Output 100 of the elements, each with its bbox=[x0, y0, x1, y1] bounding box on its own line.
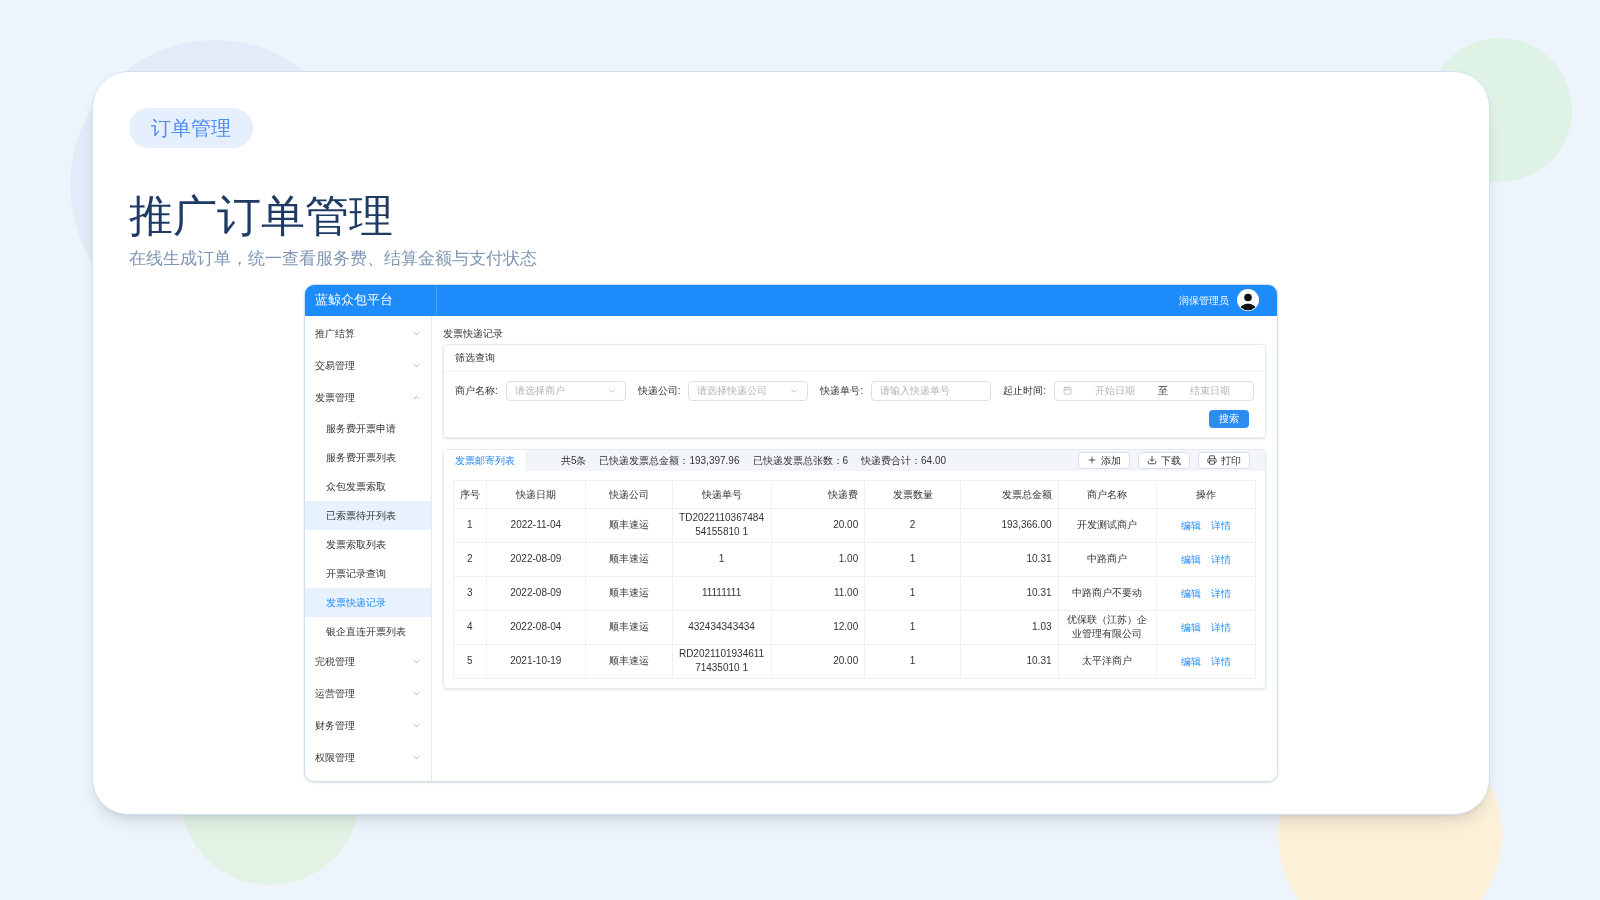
page-heading: 推广订单管理 bbox=[129, 190, 394, 242]
table-cell: 1.03 bbox=[960, 610, 1059, 644]
sidebar-menu-item[interactable]: 运营管理 bbox=[305, 677, 431, 710]
table-cell: 1 bbox=[453, 508, 487, 542]
summary-text: 已快递发票总张数：6 bbox=[752, 453, 849, 468]
sidebar-menu-item[interactable]: 权限管理 bbox=[305, 741, 431, 774]
table-cell: 2022-08-09 bbox=[486, 576, 586, 610]
action-link[interactable]: 编辑 bbox=[1181, 619, 1202, 635]
table-cell: 12.00 bbox=[771, 610, 865, 644]
table-cell: 2022-11-04 bbox=[486, 508, 586, 542]
table-cell: 1 bbox=[672, 542, 771, 576]
field-label: 商户名称: bbox=[454, 384, 498, 398]
panel-title: 筛选查询 bbox=[443, 344, 1265, 372]
sidebar-menu-item[interactable]: 交易管理 bbox=[305, 349, 431, 382]
column-header: 发票总金额 bbox=[960, 480, 1059, 508]
action-link[interactable]: 编辑 bbox=[1181, 653, 1202, 669]
summary-text: 已快递发票总金额：193,397.96 bbox=[599, 453, 740, 468]
table-cell: 20.00 bbox=[771, 508, 865, 542]
sidebar-menu-item[interactable]: 推广结算 bbox=[305, 317, 431, 350]
action-link[interactable]: 编辑 bbox=[1181, 585, 1202, 601]
action-link[interactable]: 编辑 bbox=[1181, 517, 1202, 533]
sidebar-submenu-item[interactable]: 众包发票索取 bbox=[305, 471, 431, 501]
section-title: 发票快递记录 bbox=[442, 326, 504, 341]
column-header: 发票数量 bbox=[864, 480, 961, 508]
table-cell: 2022-08-04 bbox=[486, 610, 586, 644]
sidebar-submenu-item[interactable]: 开票记录查询 bbox=[305, 558, 431, 588]
column-header: 商户名称 bbox=[1058, 480, 1157, 508]
subtitle: 在线生成订单，统一查看服务费、结算金额与支付状态 bbox=[129, 248, 538, 270]
input-field[interactable]: 请输入快递单号 bbox=[871, 380, 992, 401]
table-cell: 11111111 bbox=[672, 576, 771, 610]
column-header: 操作 bbox=[1156, 480, 1256, 508]
sidebar-submenu-item[interactable]: 服务费开票列表 bbox=[305, 442, 431, 472]
field-label: 快递单号: bbox=[820, 384, 864, 398]
column-header: 快递公司 bbox=[585, 480, 673, 508]
table-cell: 顺丰速运 bbox=[585, 508, 673, 542]
table-cell: 顺丰速运 bbox=[585, 644, 673, 678]
chevron-down-icon bbox=[411, 361, 421, 370]
category-badge: 订单管理 bbox=[129, 108, 253, 148]
field-label: 起止时间: bbox=[1003, 384, 1046, 398]
plus-icon bbox=[1087, 455, 1097, 465]
sidebar-submenu-item[interactable]: 已索票待开列表 bbox=[305, 500, 431, 530]
table-cell: 顺丰速运 bbox=[585, 542, 673, 576]
table-cell: 太平洋商户 bbox=[1058, 644, 1157, 678]
sidebar-submenu-item[interactable]: 银企直连开票列表 bbox=[305, 616, 431, 646]
table-cell: 4 bbox=[453, 610, 487, 644]
sidebar-submenu-item[interactable]: 服务费开票申请 bbox=[305, 413, 431, 443]
table-cell: 10.31 bbox=[960, 542, 1059, 576]
sidebar-menu-item[interactable]: 发票管理 bbox=[305, 381, 431, 414]
chevron-down-icon bbox=[411, 689, 421, 698]
chevron-down-icon bbox=[411, 753, 421, 762]
table-cell: 5 bbox=[453, 644, 487, 678]
calendar-icon bbox=[1063, 386, 1072, 395]
table-cell: 2 bbox=[453, 542, 487, 576]
printer-icon bbox=[1207, 455, 1217, 465]
list-tab[interactable]: 发票邮寄列表 bbox=[443, 449, 527, 471]
brand-name: 蓝鲸众包平台 bbox=[315, 291, 393, 310]
chevron-down-icon bbox=[411, 721, 421, 730]
table-cell: 中路商户 bbox=[1058, 542, 1157, 576]
chevron-up-icon bbox=[411, 393, 421, 402]
download-icon bbox=[1147, 455, 1157, 465]
sidebar-submenu-item[interactable]: 发票索取列表 bbox=[305, 529, 431, 559]
chevron-down-icon bbox=[411, 329, 421, 338]
sidebar-menu-item[interactable]: 完税管理 bbox=[305, 645, 431, 678]
table-cell: 顺丰速运 bbox=[585, 610, 673, 644]
table-cell: 1 bbox=[864, 644, 961, 678]
table-cell: 1 bbox=[864, 576, 961, 610]
table-cell: 20.00 bbox=[771, 644, 865, 678]
action-link[interactable]: 详情 bbox=[1211, 653, 1232, 669]
action-link[interactable]: 编辑 bbox=[1181, 551, 1202, 567]
chevron-down-icon bbox=[411, 657, 421, 666]
table-cell: 优保联（江苏）企业管理有限公司 bbox=[1058, 610, 1157, 644]
avatar-icon[interactable] bbox=[1237, 289, 1259, 311]
action-link[interactable]: 详情 bbox=[1211, 619, 1232, 635]
toolbar-button[interactable]: 打印 bbox=[1198, 451, 1250, 469]
date-range-field[interactable]: 开始日期 至 结束日期 bbox=[1054, 380, 1254, 401]
toolbar-button[interactable]: 添加 bbox=[1078, 451, 1130, 469]
summary-text: 快递费合计：64.00 bbox=[861, 453, 947, 468]
field-label: 快递公司: bbox=[637, 384, 681, 398]
toolbar-button[interactable]: 下载 bbox=[1138, 451, 1190, 469]
table-cell: RD202110193461171435010 1 bbox=[672, 644, 771, 678]
table-cell: 2 bbox=[864, 508, 961, 542]
table-cell: 11.00 bbox=[771, 576, 865, 610]
table-cell: 顺丰速运 bbox=[585, 576, 673, 610]
table-cell: 中路商户不要动 bbox=[1058, 576, 1157, 610]
table-cell: 开发测试商户 bbox=[1058, 508, 1157, 542]
table-cell: 1 bbox=[864, 542, 961, 576]
column-header: 快递费 bbox=[771, 480, 865, 508]
table-cell: 193,366.00 bbox=[960, 508, 1059, 542]
summary-text: 共5条 bbox=[560, 453, 587, 468]
sidebar-menu-item[interactable]: 财务管理 bbox=[305, 709, 431, 742]
user-name: 润保管理员 bbox=[1179, 293, 1229, 308]
action-link[interactable]: 详情 bbox=[1211, 517, 1232, 533]
table-cell: 3 bbox=[453, 576, 487, 610]
action-link[interactable]: 详情 bbox=[1211, 585, 1232, 601]
action-link[interactable]: 详情 bbox=[1211, 551, 1232, 567]
table-cell: 2022-08-09 bbox=[486, 542, 586, 576]
table-cell: 1 bbox=[864, 610, 961, 644]
table-cell: 10.31 bbox=[960, 644, 1059, 678]
table-cell: 1.00 bbox=[771, 542, 865, 576]
table-cell: TD202211036748454155810 1 bbox=[672, 508, 771, 542]
